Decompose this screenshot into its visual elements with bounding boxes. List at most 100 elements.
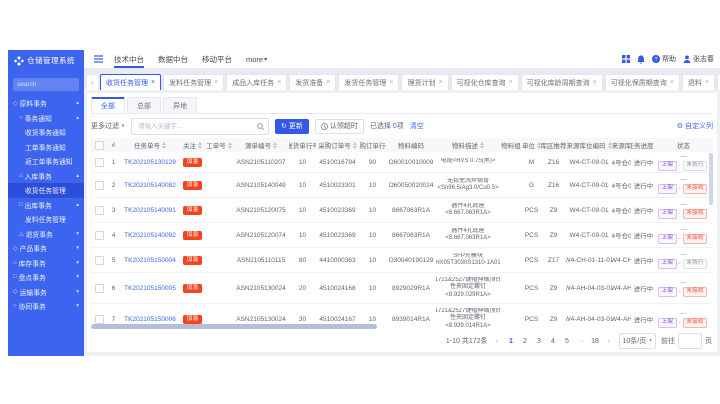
close-icon[interactable]: × (705, 79, 709, 86)
sidebar-item-receive-task[interactable]: 收货任务管理 (8, 183, 84, 198)
help-menu[interactable]: ? 帮助 (652, 54, 676, 64)
page-size-select[interactable]: 10条/页 ▾ (619, 333, 657, 349)
col-header-work_order[interactable]: 工单号 (205, 140, 233, 150)
search-icon[interactable] (257, 123, 264, 130)
row-checkbox[interactable] (95, 181, 104, 190)
tab-6[interactable]: 理货计划× (401, 74, 448, 90)
task-number-link[interactable]: TK202105140092 (124, 232, 176, 239)
sort-icon[interactable] (608, 142, 612, 149)
sidebar-item-stocktake[interactable]: □盘点事务▾ (8, 270, 84, 285)
tab-2[interactable]: 发料任务管理× (163, 74, 224, 90)
close-icon[interactable]: × (670, 79, 674, 86)
more-filters-button[interactable]: 更多过滤 ∨ (91, 121, 125, 131)
clear-selection-button[interactable]: 清空 (410, 121, 424, 131)
tab-4[interactable]: 发货准备× (289, 74, 336, 90)
sidebar-item-collaboration[interactable]: ○协同事务▾ (8, 299, 84, 314)
subtab-2[interactable]: 总部 (127, 97, 161, 113)
nav-item-more[interactable]: more▾ (246, 50, 267, 68)
page-goto-input[interactable] (678, 333, 702, 349)
task-number-link[interactable]: TK202105150004 (124, 257, 176, 264)
close-icon[interactable]: × (509, 79, 513, 86)
row-checkbox[interactable] (95, 256, 104, 265)
select-all-checkbox[interactable] (95, 141, 104, 150)
row-checkbox[interactable] (95, 315, 104, 324)
close-icon[interactable]: × (593, 79, 597, 86)
col-header-attention[interactable]: 关注 (180, 140, 205, 150)
col-header-progress[interactable]: 任务进度 (631, 140, 656, 150)
page-number-18[interactable]: 18 (591, 338, 600, 345)
claim-timeout-button[interactable]: 认领超时 (315, 119, 364, 134)
col-header-material_desc[interactable]: 物料描述 (436, 140, 500, 150)
task-number-link[interactable]: TK202105150005 (124, 285, 176, 292)
subtab-3[interactable]: 异地 (163, 97, 197, 113)
horizontal-scrollbar[interactable] (91, 324, 377, 329)
keyword-search-input[interactable] (136, 122, 254, 131)
task-number-link[interactable]: TK202105140091 (124, 207, 176, 214)
page-number-2[interactable]: 2 (521, 338, 530, 345)
sidebar-item-outbound[interactable]: □出库事务▴ (8, 198, 84, 213)
sidebar-item-notice[interactable]: ○事务通知▴ (8, 111, 84, 126)
page-number-1[interactable]: 1 (507, 338, 516, 345)
subtab-1[interactable]: 全部 (91, 97, 125, 113)
nav-item-data[interactable]: 数据中台 (158, 50, 188, 68)
col-header-source_no[interactable]: 源单编号 (233, 140, 289, 150)
page-number-4[interactable]: 4 (549, 338, 558, 345)
close-icon[interactable]: × (326, 79, 330, 86)
close-icon[interactable]: × (214, 79, 218, 86)
close-icon[interactable]: × (389, 79, 393, 86)
task-number-link[interactable]: TK202105130129 (124, 159, 176, 166)
sort-icon[interactable] (162, 142, 166, 149)
col-header-source_loc[interactable]: 来源库位编码 (566, 140, 612, 150)
sort-icon[interactable] (480, 142, 484, 149)
sidebar-item-receive-notice[interactable]: 收货事务通知 (8, 125, 84, 140)
tab-label: 理货计划 (407, 78, 435, 88)
nav-item-tech[interactable]: 技术中台 (114, 50, 144, 68)
task-number-link[interactable]: TK202105150006 (124, 316, 176, 323)
tabs-scroll-left-icon[interactable]: ‹ (87, 75, 98, 90)
refresh-button[interactable]: ↻ 更新 (275, 119, 309, 134)
sidebar-item-inventory[interactable]: ⌂库存事务▾ (8, 256, 84, 271)
tab-3[interactable]: 成品入库任务× (226, 74, 287, 90)
hamburger-menu-icon[interactable] (94, 55, 103, 63)
sidebar-item-raw-material[interactable]: ◇原料事务▴ (8, 96, 84, 111)
page-number-3[interactable]: 3 (535, 338, 544, 345)
row-checkbox[interactable] (95, 231, 104, 240)
tab-1[interactable]: 收货任务管理× (100, 74, 161, 90)
page-number-5[interactable]: 5 (563, 338, 572, 345)
next-page-button[interactable]: › (605, 338, 614, 345)
task-number-link[interactable]: TK202105140082 (124, 182, 176, 189)
vertical-scrollbar[interactable] (709, 153, 713, 205)
close-icon[interactable]: × (151, 79, 155, 86)
col-header-po_no[interactable]: 采购订单号 (316, 140, 359, 150)
sidebar-item-issue-task[interactable]: 发料任务管理 (8, 212, 84, 227)
sidebar-item-transport[interactable]: ◇运输事务▾ (8, 285, 84, 300)
apps-grid-icon[interactable] (622, 55, 630, 63)
tab-9[interactable]: 可视化保质期查询× (605, 74, 680, 90)
sidebar-item-rework-notice[interactable]: 返工单事务通知 (8, 154, 84, 169)
row-checkbox[interactable] (95, 158, 104, 167)
user-menu[interactable]: 张志春 (683, 54, 714, 64)
col-header-unit[interactable]: 单位 (522, 140, 541, 150)
prev-page-button[interactable]: ‹ (493, 338, 502, 345)
tab-5[interactable]: 发货任务管理× (338, 74, 399, 90)
sidebar-item-return[interactable]: △退货事务▾ (8, 227, 84, 242)
row-checkbox[interactable] (95, 284, 104, 293)
sort-icon[interactable] (353, 142, 357, 149)
customize-columns-button[interactable]: ⚙ 自定义列 (677, 121, 713, 131)
col-header-task_no[interactable]: 任务单号 (120, 140, 180, 150)
sidebar-search-input[interactable] (13, 78, 79, 91)
tab-10[interactable]: 退料× (682, 74, 715, 90)
tab-7[interactable]: 可视化仓库查询× (451, 74, 519, 90)
sidebar-item-inbound[interactable]: ⌂入库事务▴ (8, 169, 84, 184)
close-icon[interactable]: × (438, 79, 442, 86)
sidebar-item-product[interactable]: ◇产品事务▾ (8, 241, 84, 256)
sort-icon[interactable] (273, 142, 277, 149)
row-checkbox[interactable] (95, 206, 104, 215)
sidebar-item-workorder-notice[interactable]: 工单事务通知 (8, 140, 84, 155)
sort-icon[interactable] (228, 142, 232, 149)
nav-item-mobile[interactable]: 移动平台 (202, 50, 232, 68)
sort-icon[interactable] (198, 142, 202, 149)
tab-8[interactable]: 可视化库龄周期查询× (521, 74, 603, 90)
close-icon[interactable]: × (277, 79, 281, 86)
bell-icon[interactable] (637, 55, 645, 64)
